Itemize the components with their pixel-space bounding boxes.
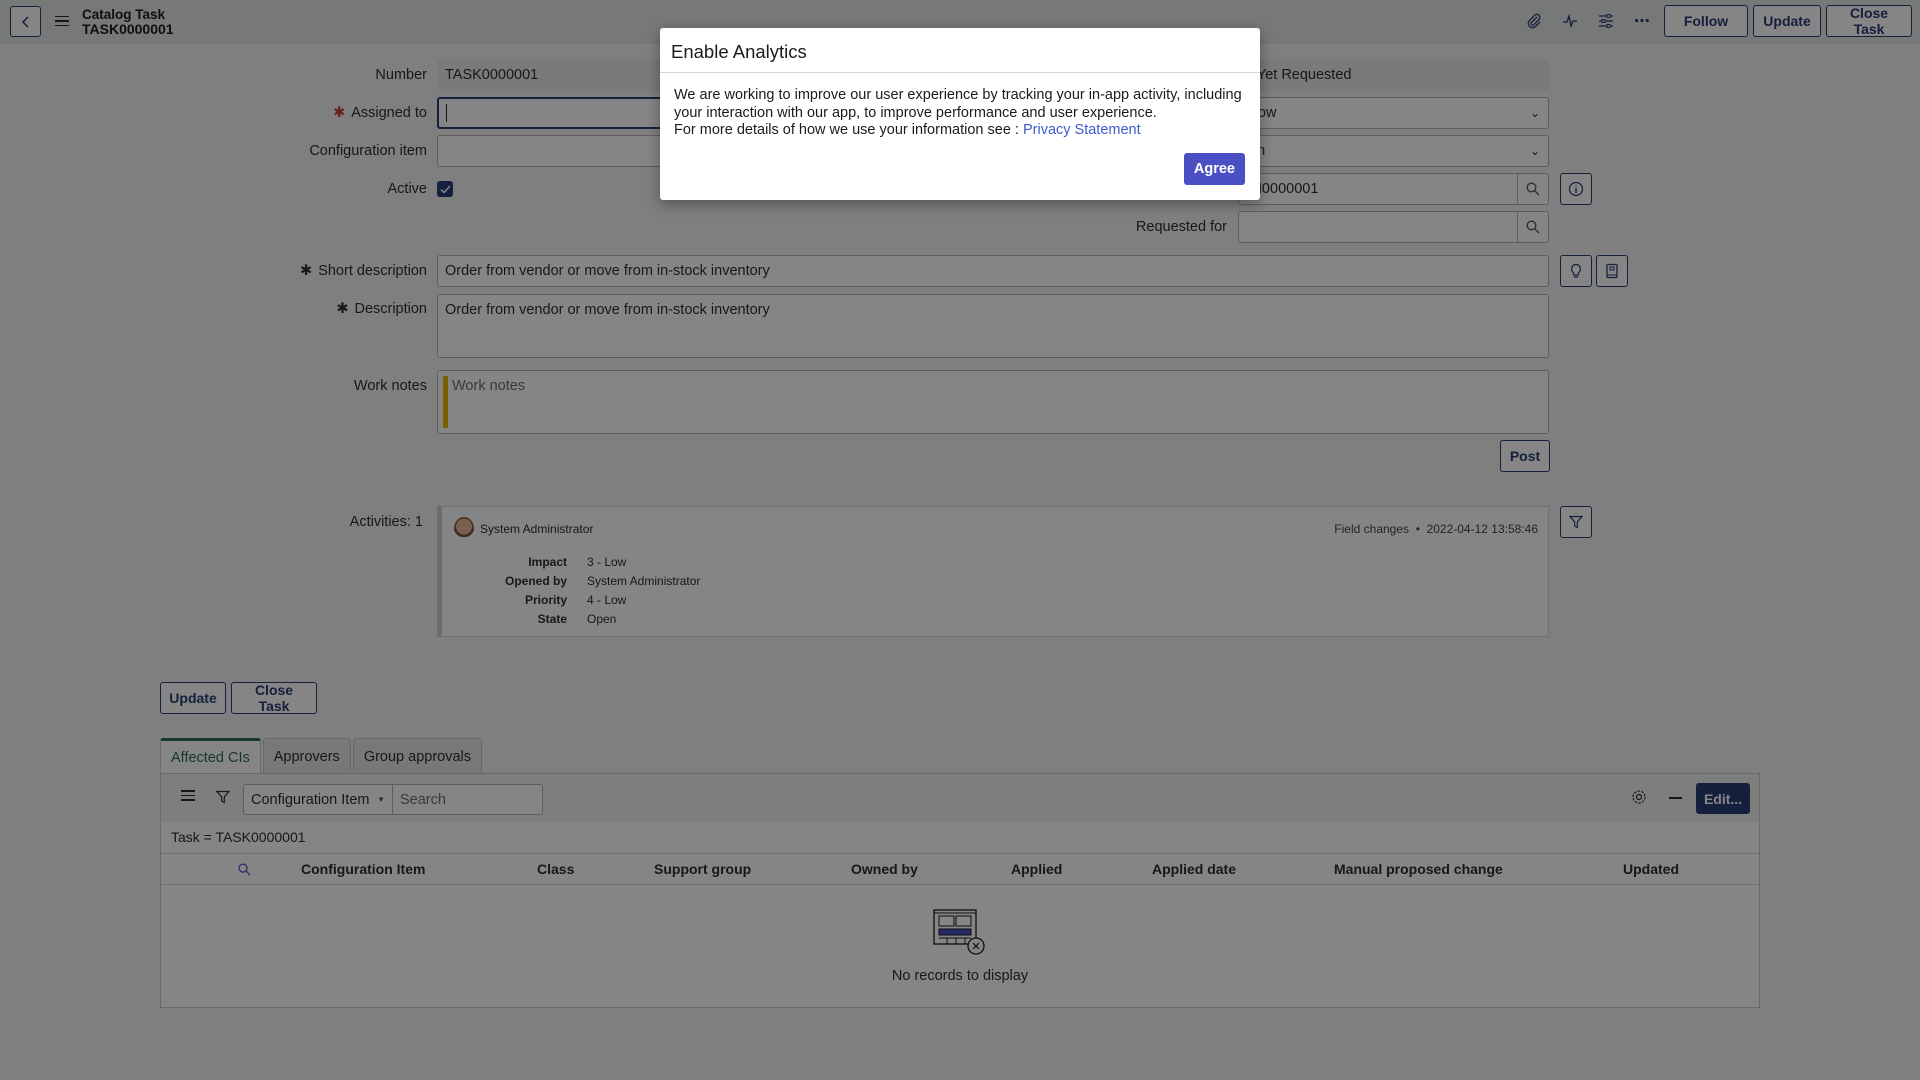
dialog-privacy-line: For more details of how we use your info… xyxy=(674,122,1141,138)
agree-button[interactable]: Agree xyxy=(1183,153,1245,185)
dialog-message: We are working to improve our user exper… xyxy=(674,87,1242,121)
dialog-title: Enable Analytics xyxy=(671,41,807,62)
dialog-body: We are working to improve our user exper… xyxy=(674,87,1249,140)
divider xyxy=(660,72,1260,73)
privacy-statement-link[interactable]: Privacy Statement xyxy=(1023,122,1141,138)
enable-analytics-dialog: Enable Analytics We are working to impro… xyxy=(660,28,1260,200)
